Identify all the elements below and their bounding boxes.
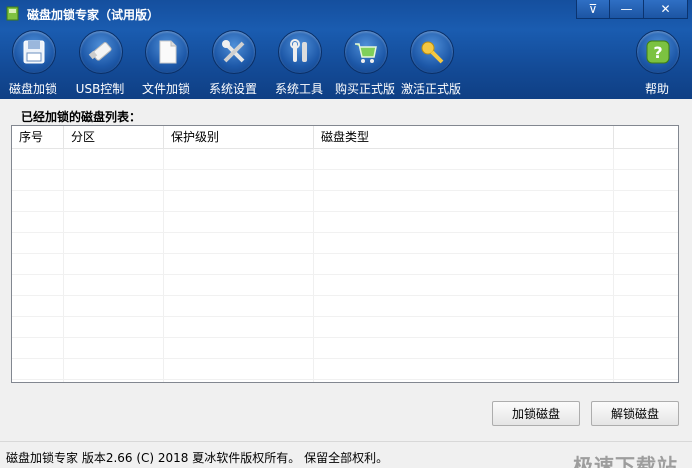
minimize-button[interactable]: — (610, 0, 644, 19)
toolbar-buy-full-version[interactable]: 购买正式版 (332, 30, 398, 98)
column-header-extra[interactable] (614, 126, 678, 148)
column-header-partition[interactable]: 分区 (64, 126, 164, 148)
toolbar-help[interactable]: ? 帮助 (624, 30, 690, 98)
table-row (12, 233, 678, 254)
status-bar: 磁盘加锁专家 版本2.66 (C) 2018 夏冰软件版权所有。 保留全部权利。… (0, 441, 692, 468)
lock-disk-button[interactable]: 加锁磁盘 (492, 401, 580, 426)
watermark: 极速下载站 (573, 454, 678, 468)
app-logo-icon (6, 6, 20, 21)
disk-lock-icon (23, 40, 45, 64)
window-title: 磁盘加锁专家（试用版） (27, 8, 160, 22)
table-row (12, 338, 678, 359)
table-row (12, 275, 678, 296)
column-header-disk-type[interactable]: 磁盘类型 (314, 126, 614, 148)
toolbar-usb-control[interactable]: USB控制 (67, 30, 133, 98)
toolbar-activate-full-version[interactable]: 激活正式版 (398, 30, 464, 98)
table-row (12, 317, 678, 338)
column-header-index[interactable]: 序号 (12, 126, 64, 148)
table-row (12, 254, 678, 275)
table-row (12, 212, 678, 233)
table-row (12, 170, 678, 191)
menu-dropdown-button[interactable]: ⊽ (576, 0, 610, 19)
table-row (12, 296, 678, 317)
toolbar-label: 激活正式版 (400, 82, 461, 96)
table-body (12, 149, 678, 380)
toolbar-disk-lock[interactable]: 磁盘加锁 (0, 30, 66, 98)
help-icon: ? (646, 40, 670, 64)
toolbar-file-lock[interactable]: 文件加锁 (133, 30, 199, 98)
table-row (12, 191, 678, 212)
window-controls: ⊽ — ✕ (576, 0, 688, 19)
svg-text:?: ? (653, 43, 662, 62)
toolbar-system-settings[interactable]: 系统设置 (200, 30, 266, 98)
toolbar: 磁盘加锁 USB控制 文件加锁 系统设置 系统工具 购买正式版 激活正式版 ? … (0, 27, 692, 99)
toolbar-label: 帮助 (644, 82, 669, 96)
key-icon (421, 41, 444, 64)
close-button[interactable]: ✕ (644, 0, 688, 19)
settings-tools-icon (222, 40, 245, 63)
column-header-protection-level[interactable]: 保护级别 (164, 126, 314, 148)
title-bar[interactable]: 磁盘加锁专家（试用版） ⊽ — ✕ (0, 0, 692, 27)
header: 磁盘加锁专家（试用版） ⊽ — ✕ 磁盘加锁 USB控制 文件加锁 系统设置 系… (0, 0, 692, 99)
app-window: 磁盘加锁专家（试用版） ⊽ — ✕ 磁盘加锁 USB控制 文件加锁 系统设置 系… (0, 0, 692, 468)
usb-icon (88, 42, 112, 61)
unlock-disk-button[interactable]: 解锁磁盘 (591, 401, 679, 426)
copyright-text: 磁盘加锁专家 版本2.66 (C) 2018 夏冰软件版权所有。 保留全部权利。 (6, 451, 389, 465)
wrench-tools-icon (290, 39, 307, 62)
shopping-cart-icon (355, 43, 377, 63)
table-header: 序号 分区 保护级别 磁盘类型 (12, 126, 678, 149)
main-content: 已经加锁的磁盘列表： 序号 分区 保护级别 磁盘类型 加锁磁盘 解锁磁盘 磁盘加… (0, 99, 692, 468)
file-lock-icon (159, 40, 177, 64)
locked-disk-table[interactable]: 序号 分区 保护级别 磁盘类型 (11, 125, 679, 383)
list-caption: 已经加锁的磁盘列表： (21, 110, 142, 124)
table-row (12, 149, 678, 170)
table-row (12, 359, 678, 380)
toolbar-system-tools[interactable]: 系统工具 (266, 30, 332, 98)
